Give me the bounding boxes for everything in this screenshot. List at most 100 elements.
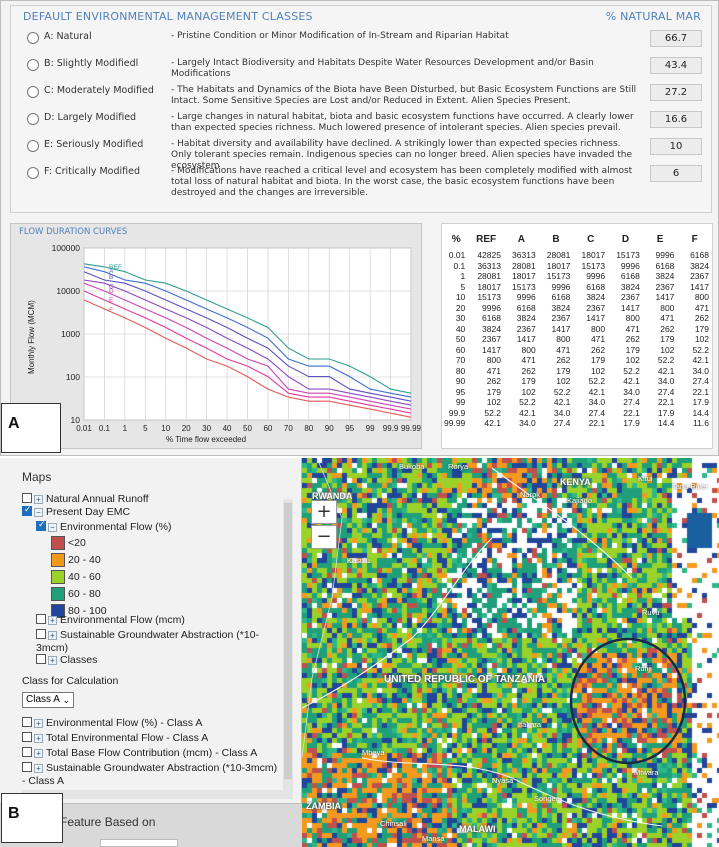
zoom-in-button[interactable]: + — [311, 500, 337, 524]
table-cell: 179 — [625, 344, 640, 355]
table-cell: 262 — [625, 334, 640, 345]
table-row: 95 179 102 52.2 42.1 34.0 27.4 22.1 — [444, 387, 712, 398]
table-cell: 34.0 — [657, 376, 675, 387]
expand-icon[interactable]: + — [48, 631, 57, 640]
class-for-calculation-label: Class for Calculation — [22, 675, 119, 687]
table-cell: 17.9 — [657, 407, 675, 418]
flow-table-panel: % REF A B C D E F 0.01 42825 36313 28081 18017 15173… — [441, 223, 713, 449]
table-cell: 102 — [521, 386, 536, 397]
map-view[interactable]: + − RWANDA KENYA UNITED REPUBLIC OF TANZ… — [302, 458, 719, 847]
radio-class-a[interactable] — [27, 32, 39, 44]
table-cell: 9996 — [551, 281, 571, 292]
checkbox[interactable] — [22, 747, 32, 757]
table-row: 0.1 36313 28081 18017 15173 9996 6168 3824 — [444, 261, 712, 272]
maps-title: Maps — [22, 470, 52, 484]
radio-class-c[interactable] — [27, 86, 39, 98]
table-cell: 800 — [625, 313, 640, 324]
x-tick-label: 95 — [345, 424, 354, 433]
table-cell: 3824 — [655, 271, 675, 282]
collapse-icon[interactable]: − — [48, 523, 57, 532]
table-header-row: % REF A B C D E F — [444, 228, 712, 250]
checkbox-checked[interactable] — [22, 504, 32, 516]
table-cell: 36313 — [512, 250, 536, 261]
layer-present-day-emc[interactable]: −Present Day EMC — [22, 504, 130, 518]
expand-icon[interactable]: + — [34, 734, 43, 743]
y-axis-label: Monthly Flow (MCM) — [27, 300, 36, 374]
table-cell: 800 — [486, 355, 501, 366]
x-tick-label: 0.01 — [76, 424, 92, 433]
table-header-cell: REF — [476, 233, 497, 245]
table-cell: 14.4 — [692, 407, 709, 418]
checkbox[interactable] — [36, 629, 46, 639]
table-cell: 262 — [486, 376, 501, 387]
expand-icon[interactable]: + — [34, 495, 43, 504]
x-tick-label: 1 — [123, 424, 128, 433]
emc-row-a: A: Natural - Pristine Condition or Minor… — [11, 30, 711, 58]
country-label: MALAWI — [459, 824, 496, 834]
table-header-cell: F — [691, 233, 698, 245]
expand-icon[interactable]: + — [34, 764, 43, 773]
scroll-thumb[interactable] — [284, 503, 292, 779]
series-label: B — [109, 274, 113, 281]
table-cell: 471 — [625, 323, 640, 334]
layer-environmental-flow-pct[interactable]: −Environmental Flow (%) — [36, 519, 172, 533]
checkbox[interactable] — [22, 732, 32, 742]
y-tick-label: 1000 — [61, 329, 80, 339]
natural-mar-value: 43.4 — [650, 57, 702, 74]
checkbox[interactable] — [22, 762, 32, 772]
layer-groundwater-class-a[interactable]: + Sustainable Groundwater Abstraction (*1… — [22, 762, 277, 774]
layer-label: Environmental Flow (%) — [60, 521, 172, 533]
feature-select[interactable] — [100, 839, 178, 847]
table-cell: 262 — [590, 344, 606, 355]
checkbox[interactable] — [22, 493, 32, 503]
natural-mar-value: 10 — [650, 138, 702, 155]
table-cell: 471 — [556, 344, 571, 355]
radio-class-e[interactable] — [27, 140, 39, 152]
collapse-icon[interactable]: − — [34, 508, 43, 517]
zoom-out-button[interactable]: − — [311, 525, 337, 549]
radio-class-d[interactable] — [27, 113, 39, 125]
layer-classes[interactable]: + Classes — [36, 654, 97, 666]
table-cell: 179 — [590, 355, 606, 366]
checkbox[interactable] — [36, 614, 46, 624]
table-cell: 2367 — [516, 323, 536, 334]
expand-icon[interactable]: + — [48, 656, 57, 665]
place-label: Tana River — [672, 482, 708, 491]
checkbox[interactable] — [22, 717, 32, 727]
layer-sustainable-groundwater[interactable]: + Sustainable Groundwater Abstraction (*1… — [36, 629, 259, 641]
layer-total-envflow-class-a[interactable]: + Total Environmental Flow - Class A — [22, 732, 208, 744]
table-header-cell: B — [552, 233, 560, 245]
vertical-scrollbar[interactable] — [283, 499, 293, 799]
x-tick-label: 99 — [366, 424, 375, 433]
class-select[interactable]: Class A ⌄ — [22, 692, 74, 708]
layer-environmental-flow-mcm[interactable]: + Environmental Flow (mcm) — [36, 614, 185, 626]
table-cell: 34.0 — [692, 365, 709, 376]
table-row: 40 3824 2367 1417 800 471 262 179 — [444, 324, 712, 335]
expand-icon[interactable]: + — [48, 616, 57, 625]
layer-envflow-class-a[interactable]: + Environmental Flow (%) - Class A — [22, 717, 202, 729]
emc-row-b: B: Slightly Modifiedl - Largely Intact B… — [11, 57, 711, 85]
x-tick-label: 80 — [304, 424, 313, 433]
expand-icon[interactable]: + — [34, 719, 43, 728]
flow-duration-table: % REF A B C D E F 0.01 42825 36313 28081 18017 15173… — [444, 228, 712, 429]
checkbox-checked[interactable] — [36, 519, 46, 531]
table-header-cell: E — [656, 233, 664, 245]
table-cell: 15173 — [477, 292, 501, 303]
natural-mar-value: 27.2 — [650, 84, 702, 101]
table-cell: 9996 — [482, 302, 501, 313]
checkbox[interactable] — [36, 654, 46, 664]
layer-natural-annual-runoff[interactable]: + Natural Annual Runoff — [22, 493, 149, 505]
table-cell: 18017 — [546, 260, 571, 271]
table-cell: 800 — [590, 323, 606, 334]
series-label: E — [109, 297, 114, 304]
layer-baseflow-class-a[interactable]: + Total Base Flow Contribution (mcm) - Cl… — [22, 747, 257, 759]
emc-title: DEFAULT ENVIRONMENTAL MANAGEMENT CLASSES — [23, 10, 313, 23]
table-cell: 22.1 — [692, 386, 709, 397]
table-row: 70 800 471 262 179 102 52.2 42.1 — [444, 355, 712, 366]
table-cell: 1417 — [551, 323, 571, 334]
radio-class-f[interactable] — [27, 167, 39, 179]
radio-class-b[interactable] — [27, 59, 39, 71]
expand-icon[interactable]: + — [34, 749, 43, 758]
table-cell: 42825 — [477, 250, 501, 261]
legend-label: 40 - 60 — [68, 571, 101, 583]
